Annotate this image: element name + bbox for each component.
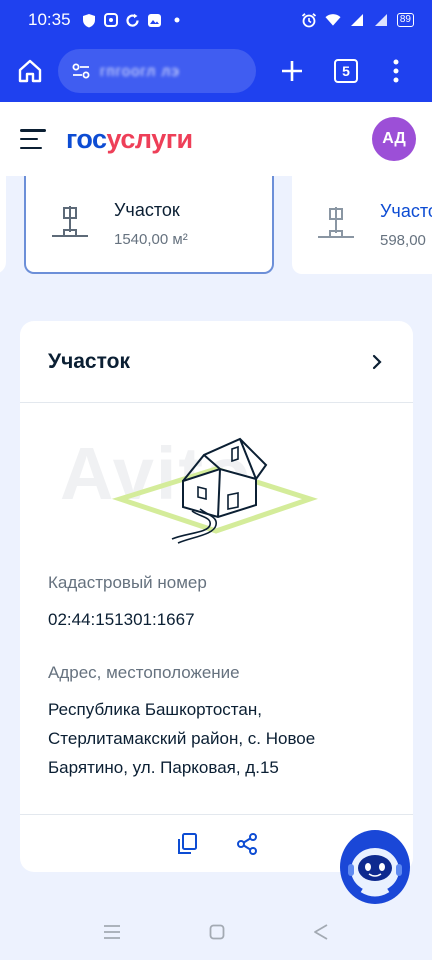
chevron-right-icon[interactable]	[369, 354, 385, 370]
cadastral-field: Кадастровый номер 02:44:151301:1667	[48, 573, 207, 634]
new-tab-button[interactable]	[274, 53, 310, 89]
detail-title: Участок	[48, 349, 130, 373]
assistant-robot-button[interactable]	[340, 830, 410, 904]
avatar[interactable]: АД	[372, 117, 416, 161]
property-cards-carousel: Участок 1540,00 м² Участо 598,00	[0, 176, 432, 276]
back-icon[interactable]	[313, 923, 329, 946]
address-line-3: Барятино, ул. Парковая, д.15	[48, 758, 279, 777]
refresh-notification-icon	[125, 12, 141, 28]
property-detail-card: Участок Avito Кадастровый номер 02:44:15…	[20, 321, 413, 872]
menu-hamburger-icon[interactable]	[20, 129, 46, 149]
cadastral-value: 02:44:151301:1667	[48, 610, 195, 629]
detail-card-header[interactable]: Участок	[20, 321, 413, 403]
land-plot-icon	[318, 207, 354, 238]
home-icon	[18, 59, 42, 83]
property-card-active[interactable]: Участок 1540,00 м²	[24, 176, 274, 274]
signal-icon-1	[349, 12, 365, 28]
property-card-title: Участок	[114, 200, 180, 220]
signal-icon-2	[373, 12, 389, 28]
status-bar: 10:35 89	[0, 0, 432, 40]
browser-toolbar: гпгоогл лэ 5	[0, 40, 432, 102]
url-text: гпгоогл лэ	[100, 62, 180, 80]
gosuslugi-logo[interactable]: госуслуги	[66, 124, 193, 155]
land-plot-illustration: Avito	[20, 421, 413, 551]
land-plot-icon	[52, 206, 88, 237]
tab-switcher-button[interactable]: 5	[334, 59, 358, 83]
battery-icon: 89	[396, 13, 414, 27]
cadastral-label: Кадастровый номер	[48, 573, 207, 592]
site-settings-icon	[72, 63, 90, 79]
address-line-2: Стерлитамакский район, с. Новое	[48, 729, 316, 748]
home-button[interactable]	[12, 53, 48, 89]
property-card-area: 1540,00 м²	[114, 231, 188, 248]
status-time: 10:35	[28, 10, 71, 29]
url-bar[interactable]: гпгоогл лэ	[58, 49, 256, 93]
share-icon[interactable]	[234, 831, 260, 857]
property-card-next[interactable]: Участо 598,00	[292, 176, 432, 274]
system-navigation-bar	[0, 908, 432, 960]
app-notification-icon	[103, 12, 119, 28]
property-card-area: 598,00	[380, 232, 426, 249]
plus-icon	[282, 61, 302, 81]
robot-icon	[348, 848, 402, 897]
wifi-icon	[325, 12, 341, 28]
image-notification-icon	[147, 12, 163, 28]
address-line-1: Республика Башкортостан,	[48, 700, 262, 719]
shield-icon	[81, 12, 97, 28]
recent-apps-icon[interactable]	[103, 924, 121, 945]
more-vert-icon	[393, 59, 399, 83]
browser-menu-button[interactable]	[386, 56, 406, 86]
property-card-title: Участо	[380, 201, 432, 221]
property-card-previous[interactable]	[0, 176, 6, 274]
home-nav-icon[interactable]	[209, 924, 225, 945]
alarm-icon	[301, 12, 317, 28]
address-label: Адрес, местоположение	[48, 663, 240, 682]
dot-icon	[169, 12, 185, 28]
site-header: госуслуги АД	[0, 102, 432, 176]
status-system-icons: 89	[301, 12, 414, 28]
copy-icon[interactable]	[174, 831, 200, 857]
status-notification-icons	[81, 12, 185, 28]
address-field: Адрес, местоположение Республика Башкорт…	[48, 663, 315, 782]
